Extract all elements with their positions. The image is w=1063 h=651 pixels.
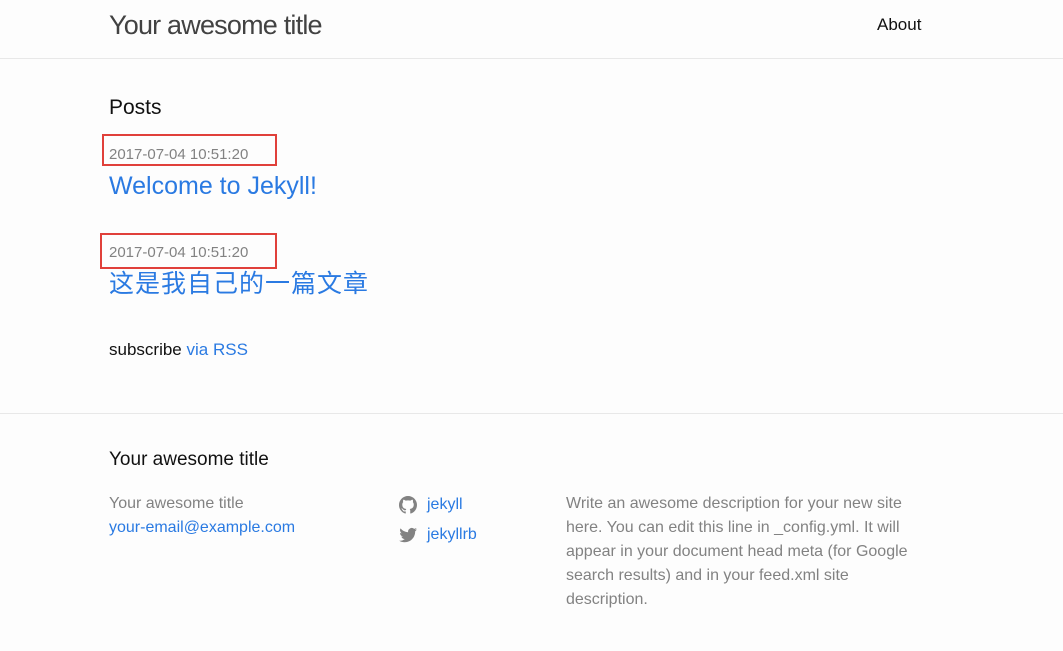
footer-email-link[interactable]: your-email@example.com [109, 518, 295, 538]
github-link[interactable]: jekyll [399, 495, 463, 515]
rss-link[interactable]: via RSS [187, 340, 248, 359]
post-title-link[interactable]: Welcome to Jekyll! [109, 170, 317, 202]
twitter-link[interactable]: jekyllrb [399, 525, 477, 545]
post-date: 2017-07-04 10:51:20 [109, 244, 249, 261]
rss-subscribe: subscribe via RSS [109, 339, 248, 361]
twitter-icon [399, 526, 417, 544]
github-icon [399, 496, 417, 514]
footer-heading: Your awesome title [109, 449, 269, 470]
site-header: Your awesome title About [0, 0, 1063, 59]
footer-site-name: Your awesome title [109, 495, 244, 512]
site-title-link[interactable]: Your awesome title [109, 8, 323, 42]
post-title-link[interactable]: 这是我自己的一篇文章 [109, 268, 369, 300]
rss-prefix: subscribe [109, 340, 182, 359]
nav-about-link[interactable]: About [877, 14, 921, 36]
post-date: 2017-07-04 10:51:20 [109, 146, 249, 163]
twitter-username: jekyllrb [427, 526, 477, 543]
github-username: jekyll [427, 496, 463, 513]
posts-heading: Posts [109, 96, 162, 119]
site-description: Write an awesome description for your ne… [566, 495, 908, 608]
